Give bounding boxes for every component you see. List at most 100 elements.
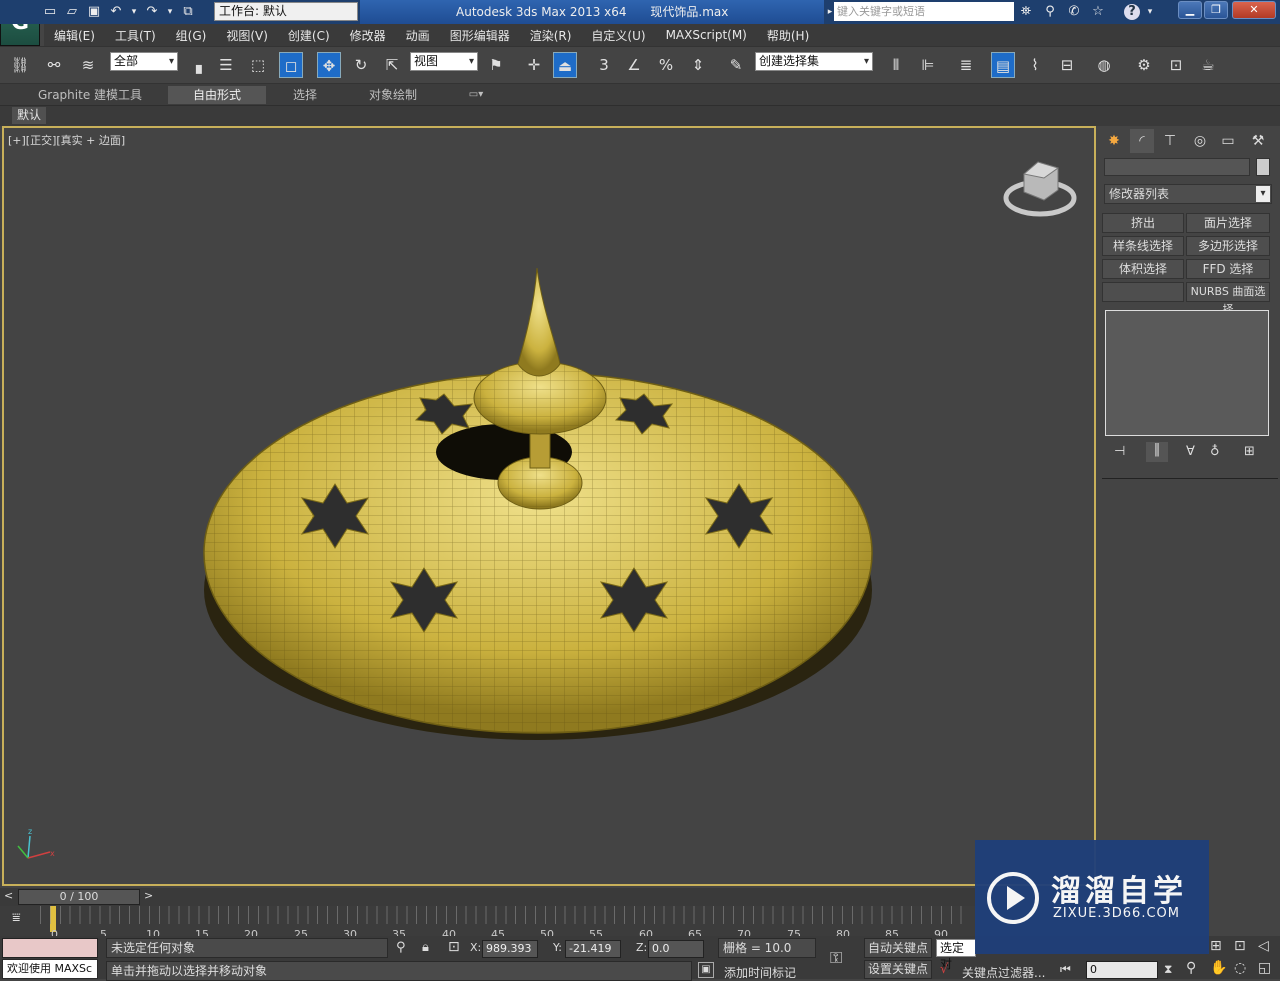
auto-key-button[interactable]: 自动关键点 bbox=[864, 938, 932, 958]
render-setup-icon[interactable]: ⚙ bbox=[1132, 52, 1156, 78]
snaps-toggle-icon[interactable]: 3 bbox=[592, 52, 616, 78]
subscription-icon[interactable]: ⚲ bbox=[1042, 4, 1058, 20]
menu-maxscript[interactable]: MAXScript(M) bbox=[666, 28, 747, 42]
menu-views[interactable]: 视图(V) bbox=[226, 27, 268, 44]
modify-tab-icon[interactable]: ◜ bbox=[1130, 129, 1154, 153]
select-by-name-icon[interactable]: ☰ bbox=[214, 52, 238, 78]
select-scale-icon[interactable]: ⇱ bbox=[380, 52, 404, 78]
menu-group[interactable]: 组(G) bbox=[176, 27, 207, 44]
perspective-viewport[interactable]: [+][正交][真实 + 边面] z x bbox=[2, 126, 1096, 886]
project-folder-icon[interactable]: ⧉ bbox=[180, 4, 196, 20]
selected-set-dropdown[interactable]: 选定对 bbox=[936, 939, 976, 971]
favorites-star-icon[interactable]: ☆ bbox=[1090, 4, 1106, 20]
time-slider[interactable]: 0 / 100 bbox=[18, 889, 140, 905]
rendered-frame-icon[interactable]: ⊡ bbox=[1164, 52, 1188, 78]
menu-rendering[interactable]: 渲染(R) bbox=[530, 27, 572, 44]
isolate-selection-icon[interactable]: ⚲ bbox=[396, 940, 406, 955]
minimize-button[interactable]: ▁ bbox=[1178, 1, 1202, 19]
undo-dropdown-icon[interactable]: ▾ bbox=[130, 4, 138, 20]
modifier-vol-select-button[interactable]: 体积选择 bbox=[1102, 259, 1184, 279]
close-button[interactable]: ✕ bbox=[1232, 1, 1276, 19]
modifier-patch-select-button[interactable]: 面片选择 bbox=[1186, 213, 1270, 233]
maximize-viewport-icon[interactable]: ◱ bbox=[1258, 960, 1271, 976]
absolute-mode-icon[interactable]: ⊡ bbox=[448, 939, 460, 955]
time-config-icon[interactable]: ⧗ bbox=[1164, 962, 1172, 977]
zoom-icon[interactable]: ⚲ bbox=[1186, 960, 1196, 976]
window-crossing-icon[interactable]: ◻ bbox=[279, 52, 303, 78]
mini-curve-editor-icon[interactable]: ⩸ bbox=[12, 910, 32, 930]
menu-animation[interactable]: 动画 bbox=[406, 27, 430, 44]
key-filters-button[interactable]: 关键点过滤器... bbox=[962, 964, 1045, 981]
hierarchy-tab-icon[interactable]: ⊤ bbox=[1158, 129, 1182, 153]
reference-coordinate-dropdown[interactable]: 视图 bbox=[410, 52, 478, 71]
new-file-icon[interactable]: ▭ bbox=[42, 4, 58, 20]
binoculars-icon[interactable]: ⛯ bbox=[1018, 4, 1034, 20]
ribbon-options-icon[interactable]: ▭▾ bbox=[462, 86, 490, 104]
menu-help[interactable]: 帮助(H) bbox=[767, 27, 809, 44]
tab-freeform[interactable]: 自由形式 bbox=[168, 86, 266, 104]
zoom-region-icon[interactable]: ⊡ bbox=[1234, 938, 1246, 954]
object-name-field[interactable] bbox=[1104, 158, 1250, 176]
save-icon[interactable]: ▣ bbox=[86, 4, 102, 20]
utilities-tab-icon[interactable]: ⚒ bbox=[1246, 129, 1270, 153]
select-object-icon[interactable]: ▗ bbox=[184, 52, 208, 78]
schematic-view-icon[interactable]: ⊟ bbox=[1055, 52, 1079, 78]
modifier-poly-select-button[interactable]: 多边形选择 bbox=[1186, 236, 1270, 256]
ribbon-panel-label[interactable]: 默认 bbox=[12, 107, 46, 124]
select-rotate-icon[interactable]: ↻ bbox=[349, 52, 373, 78]
set-key-button[interactable]: 设置关键点 bbox=[864, 960, 932, 979]
field-of-view-icon[interactable]: ◁ bbox=[1258, 938, 1269, 954]
show-end-result-icon[interactable]: ‖ bbox=[1146, 442, 1168, 462]
link-icon[interactable]: ⛓ bbox=[8, 52, 32, 78]
selection-lock-icon[interactable]: 🔒︎ bbox=[422, 940, 429, 955]
pivot-center-icon[interactable]: ⚑ bbox=[484, 52, 508, 78]
create-tab-icon[interactable]: ✸ bbox=[1102, 129, 1126, 153]
undo-icon[interactable]: ↶ bbox=[108, 4, 124, 20]
current-frame-input[interactable]: 0 bbox=[1086, 961, 1158, 979]
zoom-extents-icon[interactable]: ⊞ bbox=[1210, 938, 1222, 954]
open-file-icon[interactable]: ▱ bbox=[64, 4, 80, 20]
object-color-swatch[interactable] bbox=[1256, 158, 1270, 176]
menu-edit[interactable]: 编辑(E) bbox=[54, 27, 95, 44]
named-selection-dropdown[interactable]: 创建选择集 bbox=[755, 52, 873, 71]
tab-graphite-modeling[interactable]: Graphite 建模工具 bbox=[28, 86, 152, 104]
keyboard-shortcut-override-icon[interactable]: ⏏ bbox=[553, 52, 577, 78]
material-editor-icon[interactable]: ◍ bbox=[1092, 52, 1116, 78]
select-manipulate-icon[interactable]: ✛ bbox=[522, 52, 546, 78]
menu-modifiers[interactable]: 修改器 bbox=[350, 27, 386, 44]
selection-region-icon[interactable]: ⬚ bbox=[246, 52, 270, 78]
pin-stack-icon[interactable]: ⊣ bbox=[1114, 444, 1125, 459]
modifier-extrude-button[interactable]: 挤出 bbox=[1102, 213, 1184, 233]
angle-snap-icon[interactable]: ∠ bbox=[622, 52, 646, 78]
help-dropdown-icon[interactable]: ▾ bbox=[1142, 4, 1158, 20]
z-coordinate-input[interactable]: 0.0 bbox=[648, 940, 704, 958]
modifier-stack-list[interactable] bbox=[1105, 310, 1269, 436]
restore-button[interactable]: ❐ bbox=[1204, 1, 1228, 19]
modifier-nurbs-select-button[interactable]: NURBS 曲面选择 bbox=[1186, 282, 1270, 316]
modifier-list-dropdown[interactable]: 修改器列表 bbox=[1104, 184, 1272, 204]
edit-named-selection-icon[interactable]: ✎ bbox=[724, 52, 748, 78]
search-input[interactable]: 键入关键字或短语 bbox=[834, 2, 1014, 21]
menu-graph-editors[interactable]: 图形编辑器 bbox=[450, 27, 510, 44]
y-coordinate-input[interactable]: -21.419 bbox=[565, 940, 621, 958]
communication-icon[interactable]: ✆ bbox=[1066, 4, 1082, 20]
time-tag-icon[interactable]: ▣ bbox=[698, 962, 714, 978]
go-to-start-icon[interactable]: ⏮ bbox=[1060, 962, 1071, 977]
curve-editor-icon[interactable]: ⌇ bbox=[1023, 52, 1047, 78]
orbit-icon[interactable]: ◌ bbox=[1234, 960, 1246, 976]
redo-dropdown-icon[interactable]: ▾ bbox=[166, 4, 174, 20]
menu-customize[interactable]: 自定义(U) bbox=[591, 27, 645, 44]
dropdown-arrow-icon[interactable]: ▾ bbox=[1256, 186, 1270, 202]
prev-frame-arrow-icon[interactable]: < bbox=[4, 889, 13, 902]
modifier-spline-select-button[interactable]: 样条线选择 bbox=[1102, 236, 1184, 256]
menu-create[interactable]: 创建(C) bbox=[288, 27, 330, 44]
redo-icon[interactable]: ↷ bbox=[144, 4, 160, 20]
next-frame-arrow-icon[interactable]: > bbox=[144, 889, 153, 902]
pan-view-icon[interactable]: ✋ bbox=[1210, 960, 1227, 976]
modifier-empty-button[interactable] bbox=[1102, 282, 1184, 302]
mirror-icon[interactable]: ⫴ bbox=[884, 52, 908, 78]
bind-spacewarp-icon[interactable]: ≋ bbox=[76, 52, 100, 78]
graphite-toggle-icon[interactable]: ▤ bbox=[991, 52, 1015, 78]
make-unique-icon[interactable]: ∀ bbox=[1186, 444, 1195, 459]
add-time-tag[interactable]: 添加时间标记 bbox=[724, 964, 796, 981]
